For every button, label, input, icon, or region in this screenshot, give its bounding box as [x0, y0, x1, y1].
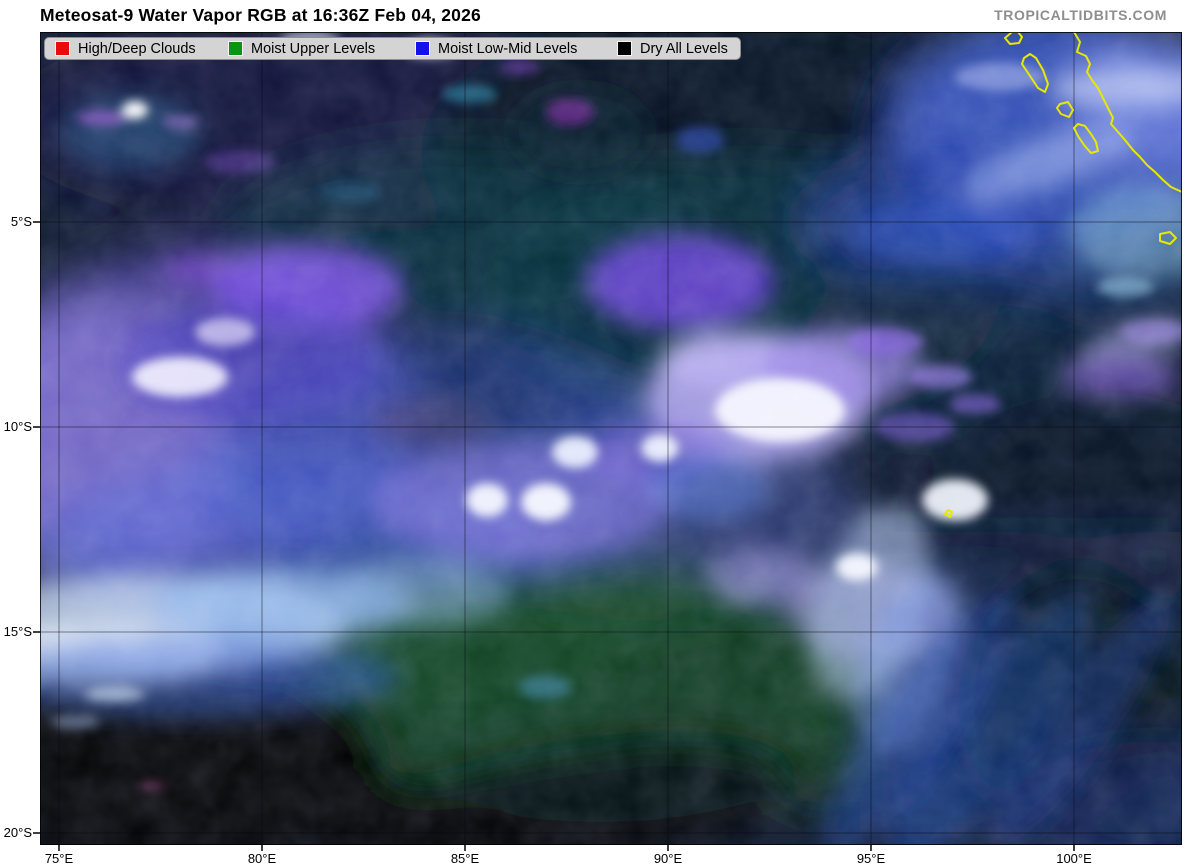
- lon-tick-label: 75°E: [44, 851, 74, 866]
- legend-swatch: [229, 42, 242, 55]
- legend-item: Moist Low-Mid Levels: [416, 38, 577, 59]
- legend-item-label: Moist Low-Mid Levels: [438, 40, 578, 57]
- lat-tick-label: 20°S: [3, 825, 32, 840]
- page: Meteosat-9 Water Vapor RGB at 16:36Z Feb…: [0, 0, 1200, 867]
- legend-item-label: Moist Upper Levels: [251, 40, 376, 57]
- page-title: Meteosat-9 Water Vapor RGB at 16:36Z Feb…: [40, 5, 481, 25]
- legend-swatch: [416, 42, 429, 55]
- legend-item-label: High/Deep Clouds: [78, 40, 196, 57]
- lon-tick-label: 80°E: [247, 851, 277, 866]
- imagery-layers: [40, 32, 1182, 845]
- lon-tick-label: 100°E: [1056, 851, 1092, 866]
- lat-tick-label: 15°S: [3, 624, 32, 639]
- legend-item-label: Dry All Levels: [640, 40, 728, 57]
- legend-bar: High/Deep Clouds Moist Upper Levels Moist …: [44, 37, 741, 60]
- legend-swatch: [56, 42, 69, 55]
- lon-tick-label: 85°E: [450, 851, 480, 866]
- lat-axis-labels: 5°S 10°S 15°S 20°S: [0, 32, 40, 845]
- satellite-imagery-svg: [33, 32, 1182, 851]
- watermark-tropicaltidbits: TROPICALTIDBITS.COM: [994, 7, 1167, 23]
- lon-tick-label: 90°E: [653, 851, 683, 866]
- lon-axis-labels: 75°E 80°E 85°E 90°E 95°E 100°E: [40, 849, 1182, 867]
- lon-tick-label: 95°E: [856, 851, 886, 866]
- legend-item: Dry All Levels: [618, 38, 728, 59]
- legend-item: High/Deep Clouds: [56, 38, 196, 59]
- legend-swatch: [618, 42, 631, 55]
- lat-tick-label: 5°S: [10, 214, 32, 229]
- satellite-map: [33, 32, 1182, 851]
- legend-item: Moist Upper Levels: [229, 38, 375, 59]
- lat-tick-label: 10°S: [3, 419, 32, 434]
